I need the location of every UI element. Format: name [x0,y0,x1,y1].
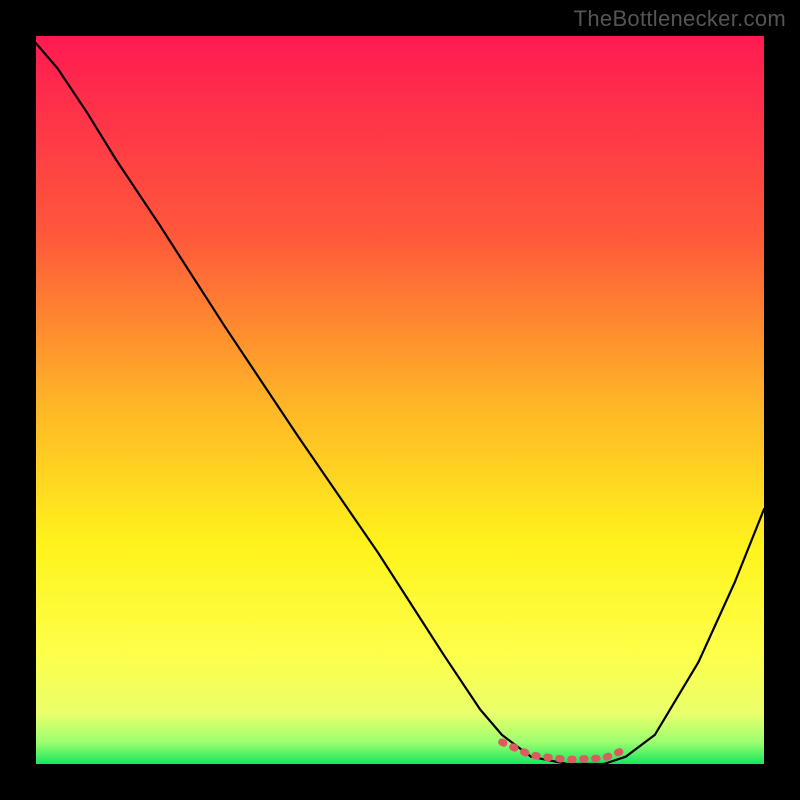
plot-frame [36,36,764,764]
bottleneck-chart [36,36,764,764]
gradient-background [36,36,764,764]
watermark-text: TheBottlenecker.com [574,6,786,32]
chart-stage: TheBottlenecker.com [0,0,800,800]
